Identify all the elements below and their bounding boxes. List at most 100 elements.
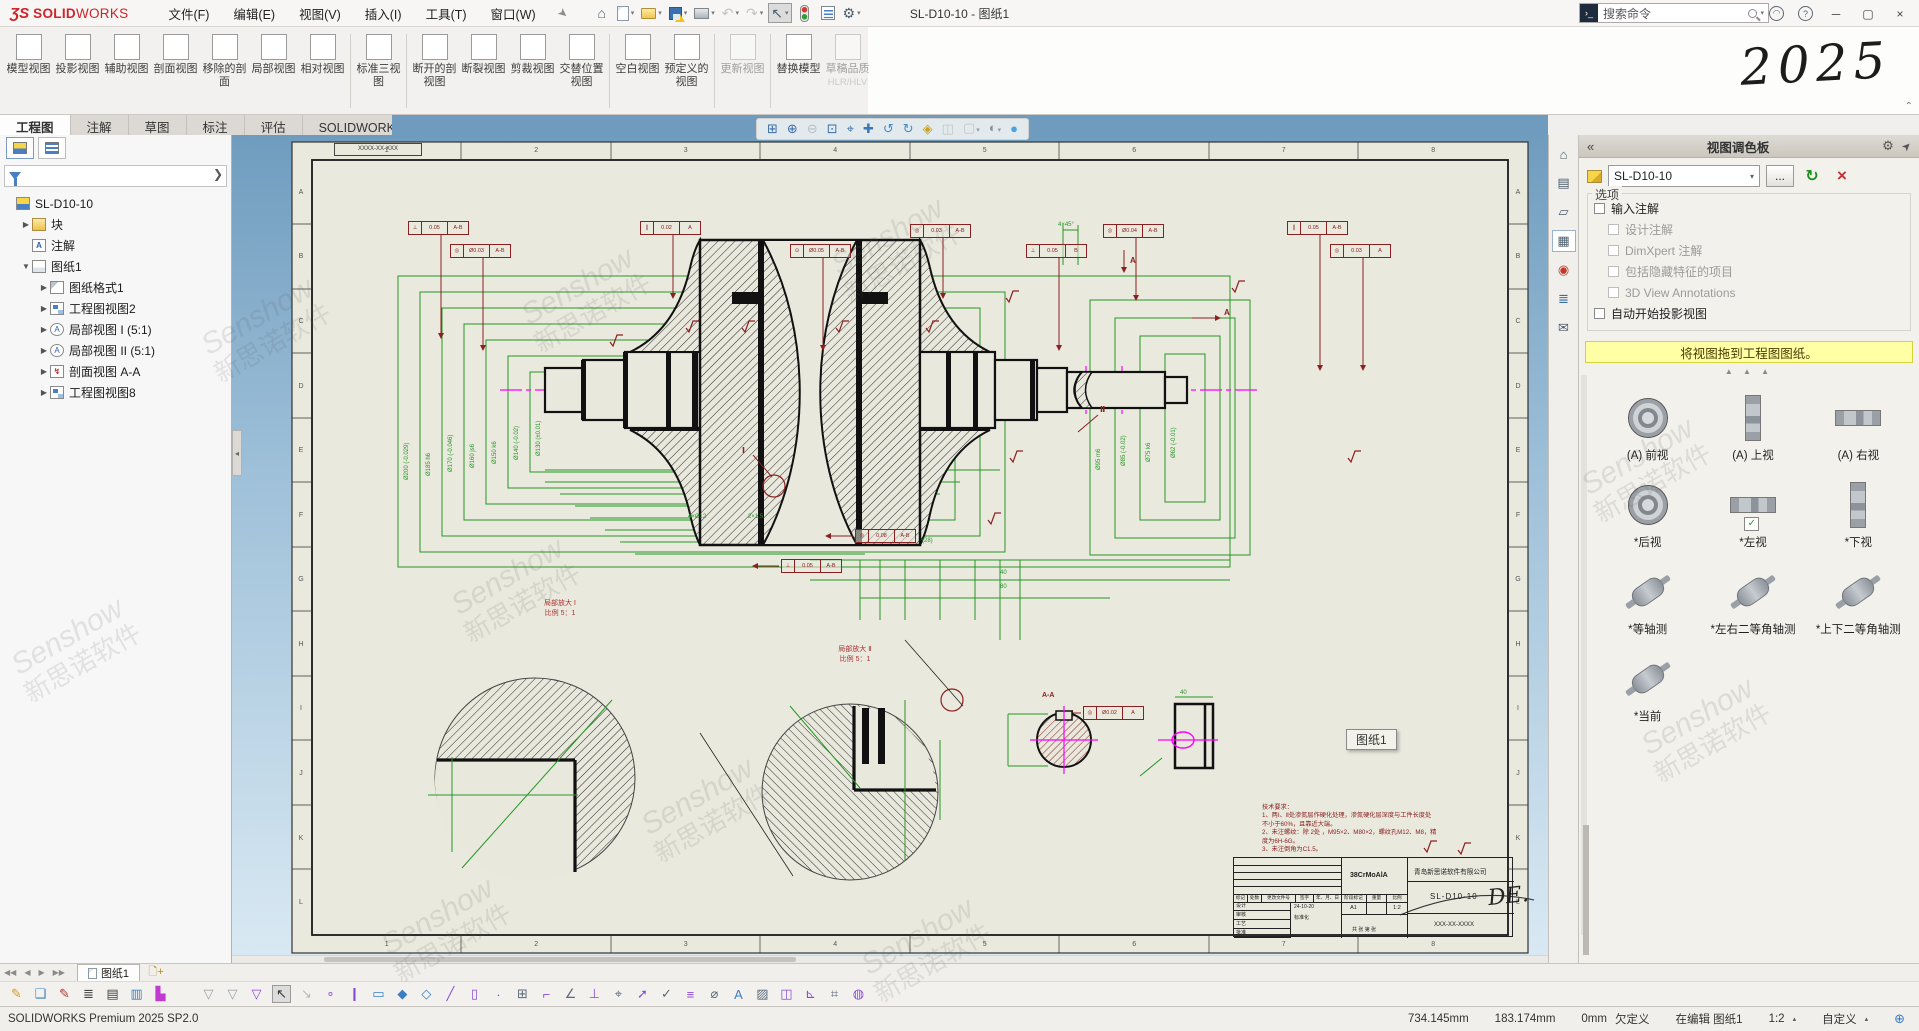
line-icon[interactable]: ❙ xyxy=(346,986,363,1002)
format-painter-icon[interactable]: ✎ xyxy=(56,986,73,1002)
rebuild-traffic-icon[interactable] xyxy=(795,3,815,23)
view-thumbnail[interactable]: *左视 xyxy=(1700,477,1805,550)
filter-all-icon[interactable]: ▽ xyxy=(200,986,217,1002)
units-caret-icon[interactable]: ▴ xyxy=(1865,1015,1869,1023)
ribbon-button[interactable] xyxy=(406,34,407,108)
checkbox-icon[interactable] xyxy=(1608,245,1619,256)
menu-item[interactable]: 文件(F) xyxy=(156,0,221,27)
prev-sheet-icon[interactable]: ◀ xyxy=(20,968,34,977)
view-thumbnail[interactable]: (A) 前视 xyxy=(1595,390,1700,463)
ribbon-button[interactable] xyxy=(350,34,351,108)
select-cursor-icon[interactable]: ↖ xyxy=(768,3,791,23)
first-sheet-icon[interactable]: ◀◀ xyxy=(0,968,20,977)
new-file-icon[interactable] xyxy=(615,3,637,23)
zoom-selection-icon[interactable]: ⊡ xyxy=(827,119,838,139)
command-tab[interactable]: 草图 xyxy=(129,115,187,135)
options-gear-icon[interactable]: ⚙ xyxy=(841,3,863,23)
filter-active-icon[interactable]: ▽ xyxy=(248,986,265,1002)
diag-icon[interactable]: ╱ xyxy=(442,986,459,1002)
ribbon-button[interactable]: 断裂视图 xyxy=(459,30,508,112)
pin-menu-icon[interactable]: ➤ xyxy=(554,4,571,21)
tree-item[interactable]: ▶ A 局部视图 II (5:1) xyxy=(0,340,231,361)
line-style-icon[interactable]: ▥ xyxy=(128,986,145,1002)
collapse-panel-icon[interactable]: « xyxy=(1587,139,1594,154)
feature-tree-tab[interactable] xyxy=(6,137,34,159)
search-input[interactable]: 搜索命令 xyxy=(1598,5,1748,22)
ribbon-button[interactable]: 投影视图 xyxy=(53,30,102,112)
view-thumbnail[interactable]: *左右二等角轴测 xyxy=(1700,564,1805,637)
search-icon[interactable] xyxy=(1748,9,1757,18)
target-icon[interactable]: ⌖ xyxy=(610,986,627,1002)
ordinate-icon[interactable]: ⌗ xyxy=(826,986,843,1002)
appearances-icon[interactable]: ◉ xyxy=(1552,259,1576,281)
ribbon-button[interactable]: 相对视图 xyxy=(298,30,347,112)
open-file-icon[interactable] xyxy=(639,3,664,23)
zoom-fit-icon[interactable]: ⊞ xyxy=(767,119,778,139)
design-library-icon[interactable]: ▤ xyxy=(1552,172,1576,194)
corner-icon[interactable]: ⌐ xyxy=(538,987,555,1002)
display-style-icon[interactable]: ▢ xyxy=(963,118,980,141)
grid-icon[interactable]: ⊞ xyxy=(514,986,531,1002)
palette-drag-dots-icon[interactable]: ▲ ▲ ▲ xyxy=(1579,367,1919,376)
text-a-icon[interactable]: A xyxy=(730,987,747,1002)
3d-drawing-view-icon[interactable]: ◈ xyxy=(923,119,933,139)
account-icon[interactable]: ◠ xyxy=(1769,6,1784,21)
view-thumbnail[interactable]: *下视 xyxy=(1806,477,1911,550)
view-thumbnail[interactable]: *后视 xyxy=(1595,477,1700,550)
search-commands-box[interactable]: ›_ 搜索命令 ▾ xyxy=(1579,3,1769,23)
section-view-icon[interactable]: ◫ xyxy=(942,119,954,139)
tree-item[interactable]: ▶ A 局部视图 I (5:1) xyxy=(0,319,231,340)
trend-icon[interactable]: ➚ xyxy=(634,986,651,1002)
tree-item[interactable]: ▶ 工程图视图8 xyxy=(0,382,231,403)
globe-icon[interactable]: ⊕ xyxy=(1894,1011,1905,1027)
close-button[interactable]: × xyxy=(1891,7,1909,21)
ribbon-button[interactable]: 更新视图 xyxy=(718,30,767,112)
hide-show-icon[interactable]: ◐ xyxy=(989,118,1001,141)
line-format-icon[interactable]: ≣ xyxy=(80,986,97,1002)
palette-scrollbar[interactable] xyxy=(1581,375,1587,935)
scale-caret-icon[interactable]: ▴ xyxy=(1793,1015,1797,1023)
document-select[interactable]: SL-D10-10▾ xyxy=(1608,165,1760,187)
option-checkbox[interactable]: 3D View Annotations xyxy=(1594,282,1904,303)
note-icon[interactable]: ✎ xyxy=(8,986,25,1002)
properties-icon[interactable] xyxy=(818,3,838,23)
ribbon-button[interactable]: 草稿品质 HLR/HLV xyxy=(823,30,872,112)
add-sheet-icon[interactable]: 🗋+ xyxy=(146,963,166,982)
tree-item[interactable]: ▶ ↯ 剖面视图 A-A xyxy=(0,361,231,382)
minimize-button[interactable]: ─ xyxy=(1827,7,1845,21)
ribbon-button[interactable]: 移除的剖面 xyxy=(200,30,249,112)
tree-item[interactable]: ▶ 工程图视图2 xyxy=(0,298,231,319)
perp-icon[interactable]: ⊥ xyxy=(586,986,603,1002)
dot-icon[interactable]: ∙ xyxy=(490,987,507,1002)
ribbon-button[interactable]: 替换模型 xyxy=(774,30,823,112)
menu-item[interactable]: 工具(T) xyxy=(414,0,479,27)
pan-icon[interactable]: ✚ xyxy=(863,119,874,139)
plane-icon[interactable]: ▯ xyxy=(466,986,483,1002)
next-sheet-icon[interactable]: ▶ xyxy=(34,968,48,977)
magnifier-icon[interactable]: ⌖ xyxy=(847,119,854,139)
ribbon-button[interactable]: 辅助视图 xyxy=(102,30,151,112)
last-sheet-icon[interactable]: ▶▶ xyxy=(49,968,69,977)
lasso-icon[interactable]: ↘ xyxy=(298,986,315,1002)
tree-item[interactable]: ▼ 图纸1 xyxy=(0,256,231,277)
checkbox-icon[interactable] xyxy=(1594,308,1605,319)
ribbon-button[interactable]: 断开的剖视图 xyxy=(410,30,459,112)
poly-icon[interactable]: ◆ xyxy=(394,986,411,1002)
ribbon-button[interactable]: 剪裁视图 xyxy=(508,30,557,112)
panel-gear-icon[interactable]: ⚙ xyxy=(1882,138,1894,154)
select-icon[interactable]: ↖ xyxy=(272,985,291,1003)
ribbon-button[interactable]: 空白视图 xyxy=(613,30,662,112)
tree-item[interactable]: ▶ 图纸格式1 xyxy=(0,277,231,298)
ribbon-button[interactable]: 局部视图 xyxy=(249,30,298,112)
check-icon[interactable]: ✓ xyxy=(658,986,675,1002)
command-tab[interactable]: 注解 xyxy=(71,115,129,135)
checkbox-icon[interactable] xyxy=(1608,266,1619,277)
menu-item[interactable]: 编辑(E) xyxy=(221,0,287,27)
comments-icon[interactable]: ✉ xyxy=(1552,317,1576,339)
rotate-view-icon[interactable]: ↻ xyxy=(903,119,914,139)
view-palette-icon[interactable]: ▦ xyxy=(1552,230,1576,252)
panel-splitter-handle[interactable]: ◂ xyxy=(232,430,242,476)
filter-edges-icon[interactable]: ▽ xyxy=(224,986,241,1002)
smart-dim-icon[interactable]: ⊾ xyxy=(802,986,819,1002)
ribbon-button[interactable] xyxy=(770,34,771,108)
